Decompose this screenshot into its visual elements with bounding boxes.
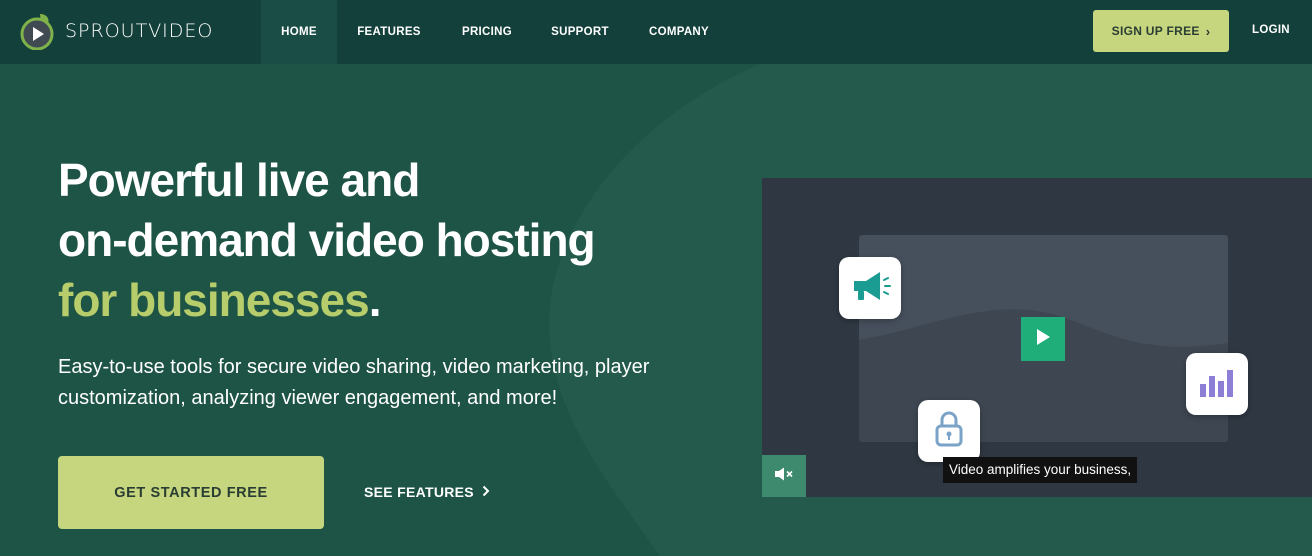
logo[interactable]: SPROUTVIDEO	[18, 8, 213, 54]
brand-name: SPROUTVIDEO	[65, 20, 214, 42]
video-caption: Video amplifies your business,	[943, 457, 1138, 483]
chevron-right-icon	[482, 484, 490, 500]
nav-company[interactable]: COMPANY	[627, 0, 731, 64]
nav-features[interactable]: FEATURES	[337, 0, 441, 64]
analytics-tile	[1186, 353, 1248, 415]
hero-subtitle: Easy-to-use tools for secure video shari…	[58, 356, 650, 409]
megaphone-icon	[848, 266, 892, 311]
hero-title-accent: for businesses	[58, 274, 370, 326]
mute-icon	[774, 467, 794, 486]
megaphone-tile	[839, 257, 901, 319]
chevron-right-icon: ›	[1205, 23, 1211, 39]
sproutvideo-logo-icon	[18, 12, 56, 51]
signup-label: SIGN UP FREE	[1111, 24, 1200, 38]
site-header: SPROUTVIDEO HOME FEATURES PRICING SUPPOR…	[0, 0, 1312, 64]
play-icon	[1035, 328, 1051, 351]
video-player[interactable]: Video amplifies your business,	[762, 178, 1312, 497]
play-button[interactable]	[1021, 317, 1065, 361]
main-nav: HOME FEATURES PRICING SUPPORT COMPANY	[261, 0, 731, 64]
hero-title-line2: on-demand video hosting	[58, 214, 596, 266]
signup-button[interactable]: SIGN UP FREE ›	[1093, 10, 1229, 52]
security-tile	[918, 400, 980, 462]
hero-title-line1: Powerful live and	[58, 154, 420, 206]
get-started-button[interactable]: GET STARTED FREE	[58, 456, 324, 529]
bar-chart-icon	[1198, 366, 1236, 403]
hero-title-period: .	[368, 274, 382, 326]
see-features-link[interactable]: SEE FEATURES	[364, 484, 490, 500]
login-link[interactable]: LOGIN	[1252, 24, 1290, 36]
mute-button[interactable]	[762, 455, 806, 497]
see-features-label: SEE FEATURES	[364, 484, 474, 500]
nav-home[interactable]: HOME	[261, 0, 337, 64]
hero-title: Powerful live and on-demand video hostin…	[58, 150, 698, 330]
nav-pricing[interactable]: PRICING	[441, 0, 533, 64]
lock-icon	[933, 410, 965, 453]
hero-title-line3: for businesses.	[58, 270, 698, 330]
nav-support[interactable]: SUPPORT	[533, 0, 627, 64]
